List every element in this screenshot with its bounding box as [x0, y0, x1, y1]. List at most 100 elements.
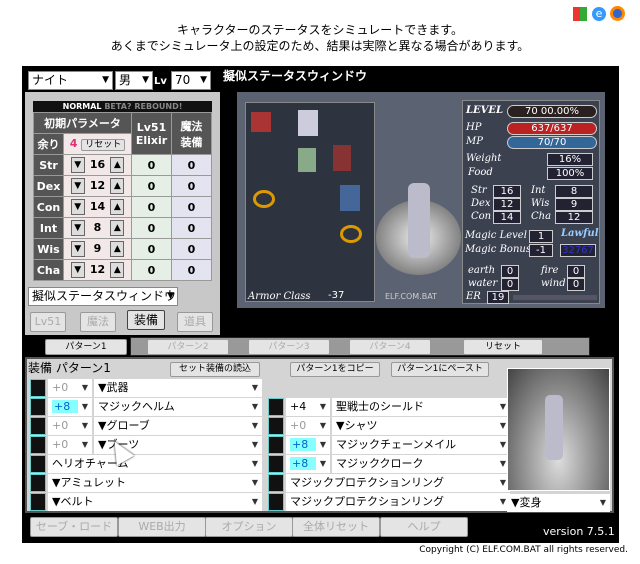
ie-icon[interactable]: e: [592, 7, 606, 21]
stat-value: 8: [93, 221, 102, 234]
mode-rebound[interactable]: REBOUND!: [134, 102, 182, 111]
hp-bar: 637/637: [507, 122, 597, 135]
item-name: ▼ベルト: [52, 495, 94, 508]
load-set-button[interactable]: セット装備の読込: [170, 362, 260, 377]
stat-value: 9: [93, 242, 102, 255]
copyright: Copyright (C) ELF.COM.BAT all rights res…: [419, 545, 628, 555]
equip-slot-icon: [268, 398, 284, 416]
stat-row-dex: Dex ▼ 12 ▲ 0 0: [33, 175, 212, 197]
armor-class-label: Armor Class: [248, 291, 311, 302]
equip-item-select[interactable]: マジックプロテクションリング ▼: [286, 474, 510, 492]
equip-value: 0: [171, 238, 212, 260]
enchant-select[interactable]: +8 ▼: [286, 436, 330, 454]
help-button[interactable]: ヘルプ: [380, 517, 468, 537]
er-slider[interactable]: [513, 295, 597, 300]
decrease-button[interactable]: ▼: [70, 241, 85, 257]
copy-pattern-button[interactable]: パターン1をコピー: [290, 362, 380, 377]
decrease-button[interactable]: ▼: [70, 157, 85, 173]
gender-value: 男: [119, 73, 132, 87]
firefox-icon[interactable]: [610, 6, 625, 21]
chevron-down-icon: ▼: [319, 459, 326, 468]
equip-item-select[interactable]: ▼武器 ▼: [94, 379, 262, 397]
chevron-down-icon: ▼: [251, 440, 258, 449]
reset-all-button[interactable]: 全体リセット: [292, 517, 380, 537]
pattern-reset-button[interactable]: リセット: [463, 339, 543, 355]
tab-pattern-1[interactable]: パターン1: [45, 339, 127, 355]
food-value: 100%: [547, 167, 593, 180]
gender-select[interactable]: 男 ▼: [115, 71, 153, 90]
enchant-select[interactable]: +4 ▼: [286, 398, 330, 416]
stat-value: 12: [89, 179, 106, 192]
equip-item-select[interactable]: ▼アミュレット ▼: [48, 474, 262, 492]
tab-equip[interactable]: 装備: [127, 310, 165, 330]
enchant-select[interactable]: +0 ▼: [286, 417, 330, 435]
stat-name: Int: [33, 217, 64, 239]
enchant-select[interactable]: +8 ▼: [286, 455, 330, 473]
stat-name: Str: [33, 154, 64, 176]
earth-value: 0: [501, 265, 519, 278]
stat-base: ▼ 12 ▲: [63, 175, 132, 197]
tab-pattern-4[interactable]: パターン4: [349, 339, 431, 355]
windows-icon[interactable]: [573, 7, 587, 21]
charm-icon: [251, 112, 271, 132]
equip-item-select[interactable]: ▼シャツ ▼: [332, 417, 510, 435]
stat-name: Con: [33, 196, 64, 218]
decrease-button[interactable]: ▼: [70, 178, 85, 194]
web-output-button[interactable]: WEB出力: [118, 517, 206, 537]
equip-item-select[interactable]: マジックプロテクションリング ▼: [286, 493, 510, 511]
enchant-select[interactable]: +0 ▼: [48, 436, 92, 454]
equip-item-select[interactable]: ヘリオチャーム ▼: [48, 455, 262, 473]
equip-title: 装備 パターン1: [28, 361, 111, 375]
reset-button[interactable]: リセット: [81, 138, 126, 151]
equip-item-select[interactable]: マジッククローク ▼: [332, 455, 510, 473]
enchant-select[interactable]: +0 ▼: [48, 417, 92, 435]
tab-items[interactable]: 道具: [177, 312, 213, 332]
equip-item-select[interactable]: 聖戦士のシールド ▼: [332, 398, 510, 416]
decrease-button[interactable]: ▼: [70, 220, 85, 236]
mode-normal[interactable]: NORMAL: [63, 102, 102, 111]
enchant-value: +8: [290, 457, 317, 470]
enchant-select[interactable]: +0 ▼: [48, 379, 92, 397]
chevron-down-icon: ▼: [499, 440, 506, 449]
increase-button[interactable]: ▲: [110, 199, 125, 215]
equip-slot-icon: [268, 493, 284, 511]
window-select[interactable]: 擬似ステータスウィンドウ ▼: [28, 287, 178, 306]
save-load-button[interactable]: セーブ・ロード: [30, 517, 118, 537]
decrease-button[interactable]: ▼: [70, 199, 85, 215]
increase-button[interactable]: ▲: [110, 262, 125, 278]
stat-row-wis: Wis ▼ 9 ▲ 0 0: [33, 238, 212, 260]
tab-pattern-3[interactable]: パターン3: [248, 339, 330, 355]
polymorph-select[interactable]: ▼変身 ▼: [507, 494, 610, 512]
mode-beta[interactable]: BETA?: [104, 102, 131, 111]
equip-item-select[interactable]: ▼ベルト ▼: [48, 493, 262, 511]
level-value: 70: [175, 73, 191, 87]
paste-pattern-button[interactable]: パターン1にペースト: [391, 362, 489, 377]
magic-level-label: Magic Level: [465, 230, 527, 241]
watermark: ELF.COM.BAT: [385, 292, 437, 301]
equip-item-select[interactable]: マジックチェーンメイル ▼: [332, 436, 510, 454]
chevron-down-icon: ▼: [251, 421, 258, 430]
er-label: ER: [466, 291, 481, 302]
class-select[interactable]: ナイト ▼: [28, 71, 113, 90]
increase-button[interactable]: ▲: [110, 178, 125, 194]
options-button[interactable]: オプション: [205, 517, 293, 537]
increase-button[interactable]: ▲: [110, 157, 125, 173]
enchant-select[interactable]: +8 ▼: [48, 398, 92, 416]
increase-button[interactable]: ▲: [110, 220, 125, 236]
item-name: マジックプロテクションリング: [290, 476, 444, 489]
decrease-button[interactable]: ▼: [70, 262, 85, 278]
chevron-down-icon: ▼: [251, 383, 258, 392]
helm-icon: [298, 110, 318, 136]
tab-magic[interactable]: 魔法: [80, 312, 116, 332]
level-select[interactable]: 70 ▼: [171, 71, 211, 90]
tab-lv51[interactable]: Lv51: [30, 312, 66, 332]
tab-pattern-2[interactable]: パターン2: [147, 339, 229, 355]
stat-base: ▼ 14 ▲: [63, 196, 132, 218]
equip-item-select[interactable]: ▼グローブ ▼: [94, 417, 262, 435]
stat-row-cha: Cha ▼ 12 ▲ 0 0: [33, 259, 212, 281]
stat-base: ▼ 9 ▲: [63, 238, 132, 260]
equip-item-select[interactable]: マジックヘルム ▼: [94, 398, 262, 416]
mp-label: MP: [466, 136, 483, 147]
increase-button[interactable]: ▲: [110, 241, 125, 257]
mode-bar: NORMAL BETA? REBOUND!: [33, 101, 212, 112]
